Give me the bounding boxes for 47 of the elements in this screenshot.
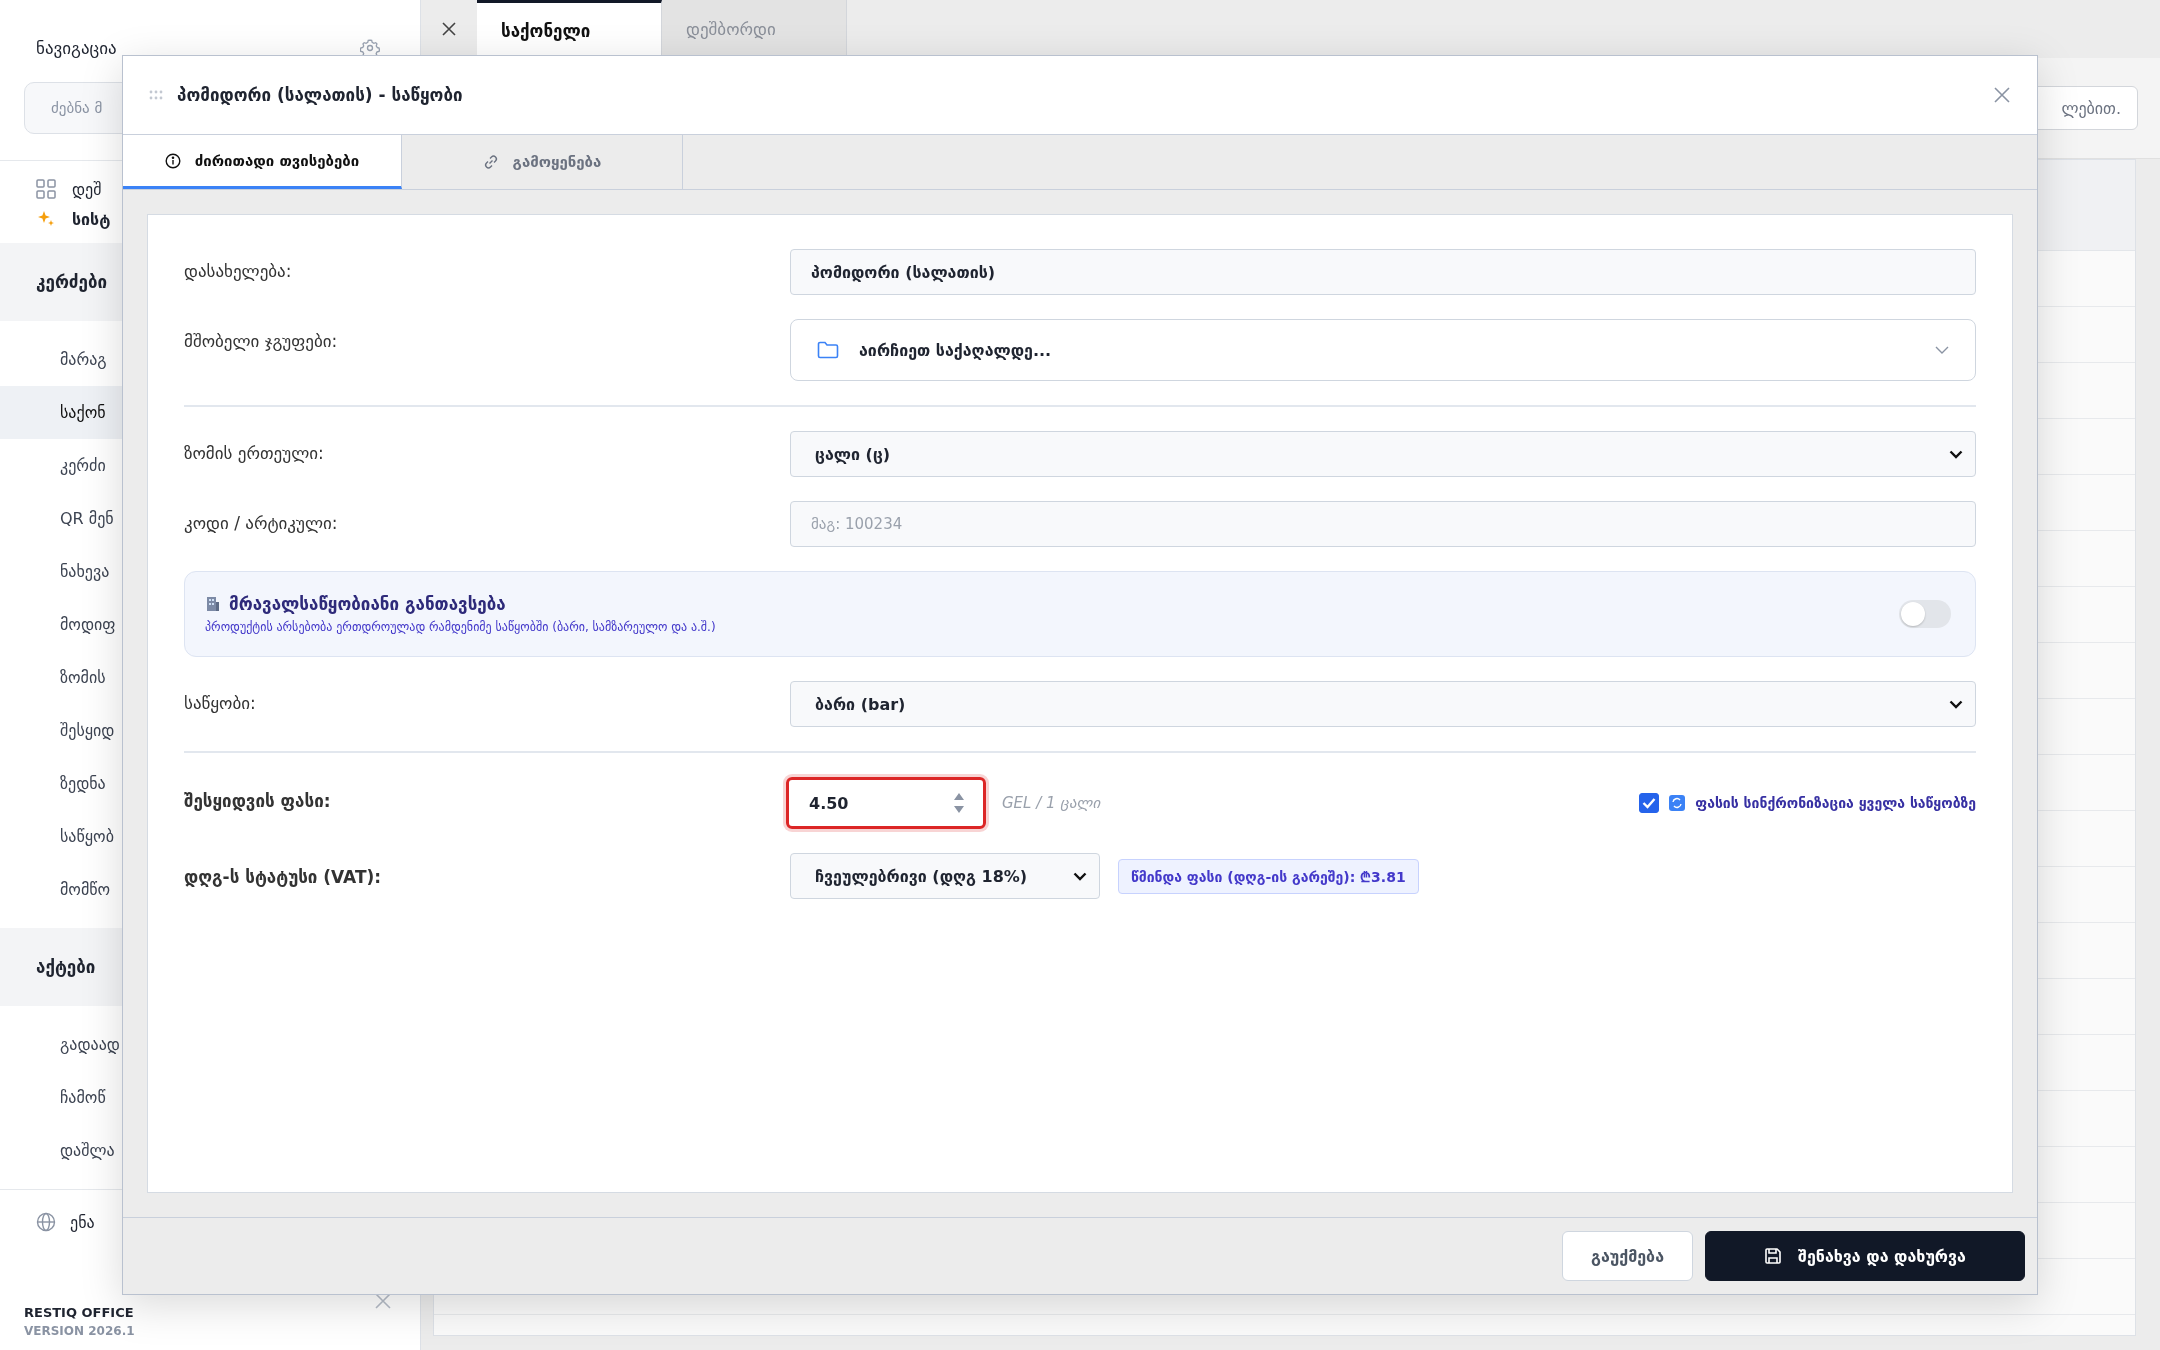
chevron-down-icon xyxy=(1949,699,1963,709)
field-label: დასახელება: xyxy=(184,260,293,281)
sidebar-link[interactable]: დეშ xyxy=(72,179,102,199)
option-description: პროდუქტის არსებობა ერთდროულად რამდენიმე საწყობში (ბარი, სამზარეულო და ა.შ.) xyxy=(205,620,716,634)
sidebar-title: ნავიგაცია xyxy=(36,38,117,58)
field-label: შესყიდვის ფასი: xyxy=(184,790,332,811)
close-icon[interactable] xyxy=(441,21,457,37)
chevron-down-icon xyxy=(1949,449,1963,459)
info-badge: წმინდა ფასი (დღგ-ის გარეშე): ₾3.81 xyxy=(1118,858,1419,894)
dialog-title: პომიდორი (სალათის) - საწყობი xyxy=(177,85,463,105)
tab[interactable]: გამოყენება xyxy=(402,135,683,189)
option-title: მრავალსაწყობიანი განთავსება xyxy=(229,594,506,614)
dropdown[interactable]: ბარი (bar) xyxy=(790,681,1976,727)
sidebar-link[interactable]: სისტ xyxy=(72,209,111,229)
drag-handle-icon[interactable] xyxy=(149,90,163,100)
toggle-switch[interactable] xyxy=(1899,600,1951,628)
info-icon xyxy=(164,152,181,169)
chevron-down-icon xyxy=(1073,871,1087,881)
unit-label: GEL / 1 ცალი xyxy=(1002,794,1101,812)
save-button[interactable]: შენახვა და დახურვა xyxy=(1705,1231,2025,1281)
link-icon xyxy=(482,154,499,170)
chevron-down-icon xyxy=(1935,346,1949,354)
globe-icon xyxy=(36,1212,56,1232)
dropdown[interactable]: ცალი (ც) xyxy=(790,431,1976,477)
folder-dropdown[interactable]: აირჩიეთ საქაღალდე... xyxy=(790,319,1976,381)
field-label: ზომის ერთეული: xyxy=(184,442,325,463)
save-icon xyxy=(1764,1247,1783,1265)
checkbox[interactable] xyxy=(1639,793,1660,813)
spinner-icon[interactable] xyxy=(953,792,965,814)
tab[interactable]: საქონელი xyxy=(477,0,662,58)
field-label: კოდი / არტიკული: xyxy=(184,512,339,533)
folder-icon xyxy=(817,341,839,359)
building-icon xyxy=(205,596,221,612)
text-field[interactable]: პომიდორი (სალათის) xyxy=(790,249,1976,295)
brand-name: RESTIQ OFFICE xyxy=(24,1305,134,1320)
number-field[interactable]: 4.50 xyxy=(786,777,986,829)
field-label: მშობელი ჯგუფები: xyxy=(184,330,339,351)
tab[interactable]: ძირითადი თვისებები xyxy=(123,135,402,189)
field-label: საწყობი: xyxy=(184,692,257,713)
language-link[interactable]: ენა xyxy=(70,1212,95,1232)
grid-icon xyxy=(36,179,56,199)
field-label: დღგ-ს სტატუსი (VAT): xyxy=(184,866,383,887)
checkbox-label: ფასის სინქრონიზაცია ყველა საწყობზე xyxy=(1695,795,1976,811)
cancel-button[interactable]: გაუქმება xyxy=(1561,1231,1693,1281)
dropdown[interactable]: ჩვეულებრივი (დღგ 18%) xyxy=(790,853,1100,899)
refresh-icon xyxy=(1669,795,1686,811)
version-text: VERSION 2026.1 xyxy=(24,1324,135,1338)
